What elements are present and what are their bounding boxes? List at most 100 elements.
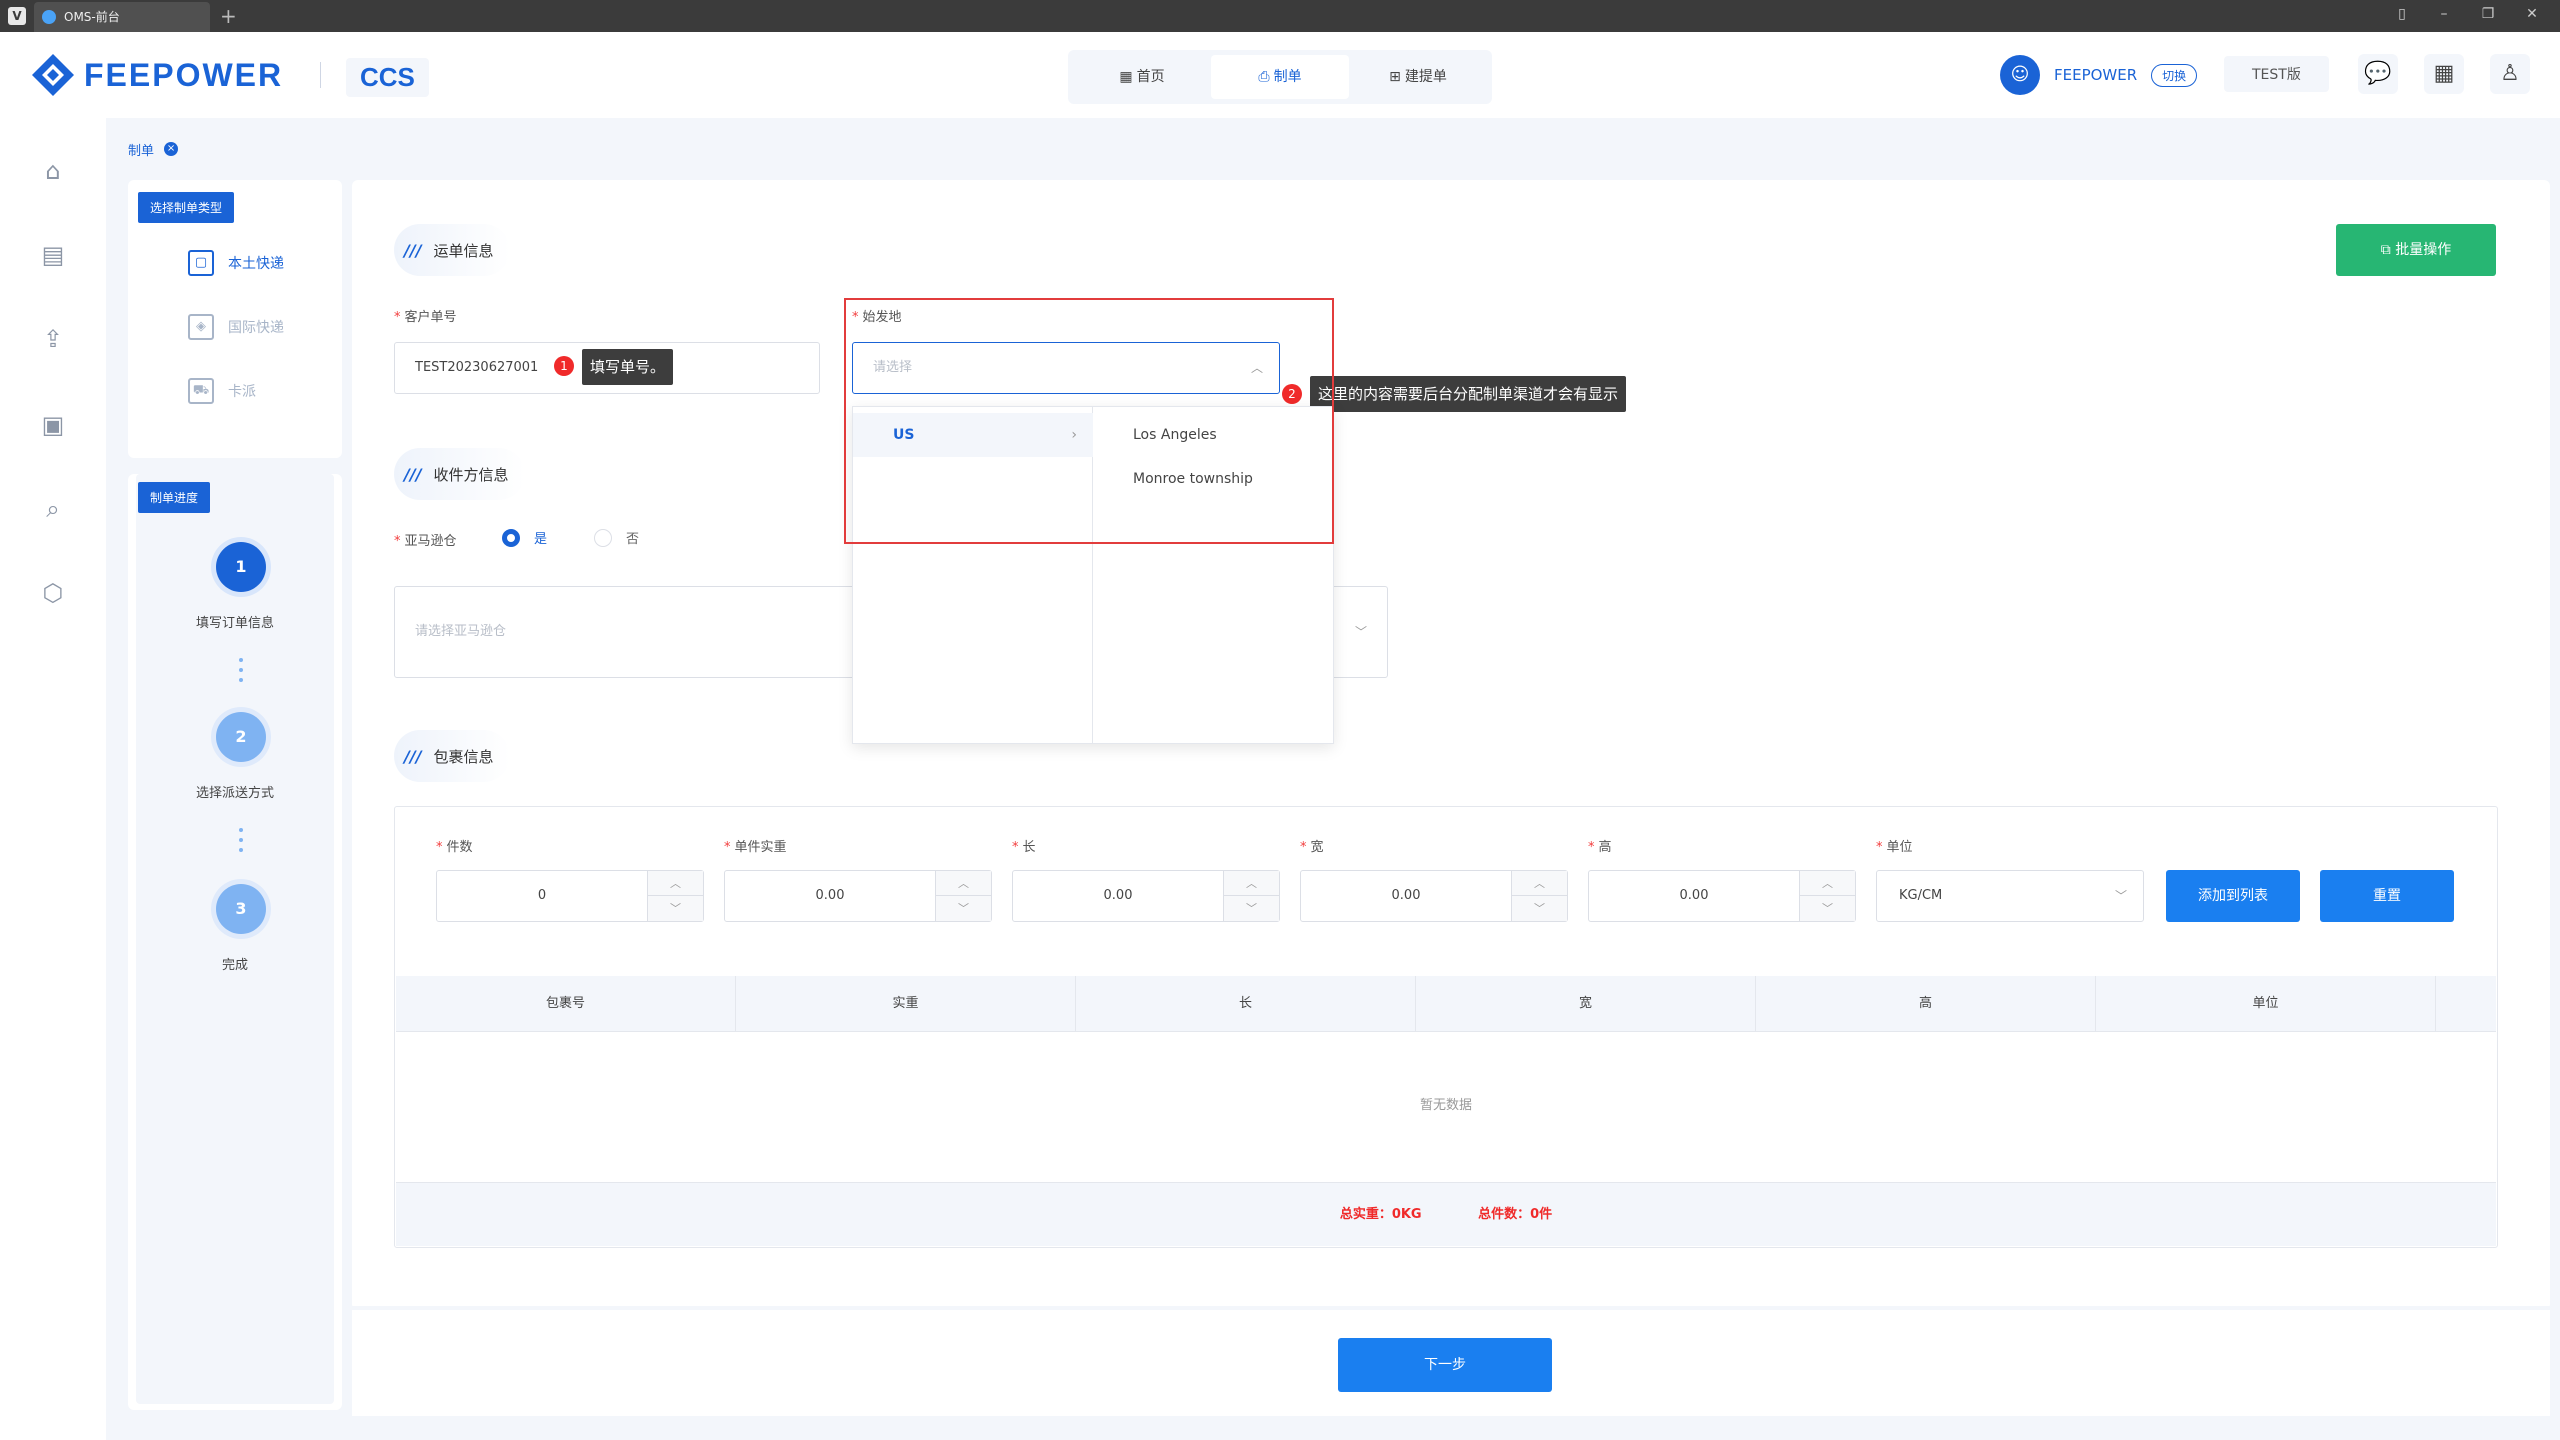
user-name: FEEPOWER	[2054, 66, 2138, 84]
browser-tab[interactable]: OMS-前台	[34, 2, 210, 32]
section-package: /// 包裹信息	[394, 730, 510, 782]
avatar[interactable]: ☺	[2000, 55, 2040, 95]
calendar-icon[interactable]: ▦	[2424, 54, 2464, 94]
favicon-icon	[42, 10, 56, 24]
decrement-icon[interactable]: ﹀	[648, 896, 703, 921]
home-icon[interactable]: ⌂	[38, 156, 68, 186]
user-icon[interactable]: ♙	[2490, 54, 2530, 94]
chevron-right-icon: ›	[1071, 427, 1077, 443]
add-to-list-button[interactable]: 添加到列表	[2166, 870, 2300, 922]
cascader-option-city[interactable]: Los Angeles	[1093, 413, 1333, 457]
origin-cascader-dropdown: US › Los Angeles Monroe township	[852, 406, 1334, 744]
type-truck-delivery[interactable]: ⛟ 卡派	[188, 378, 256, 404]
nav-create-bol[interactable]: ⊞ 建提单	[1349, 55, 1487, 99]
search-doc-icon[interactable]: ⌕	[38, 494, 68, 524]
nav-create-order[interactable]: ⎙ 制单	[1211, 55, 1349, 99]
origin-select[interactable]: 请选择 ︿	[852, 342, 1280, 394]
type-domestic-express[interactable]: ▢ 本土快递	[188, 250, 284, 276]
switch-button[interactable]: 切换	[2151, 63, 2198, 87]
restore-icon[interactable]: ❐	[2476, 6, 2500, 22]
radio-amazon-yes[interactable]: 是	[502, 528, 547, 547]
close-tag-icon[interactable]: ×	[164, 142, 179, 156]
new-tab-button[interactable]: +	[220, 4, 237, 28]
unit-weight-label: * 单件实重	[724, 840, 787, 855]
step-2-label: 选择派送方式	[195, 786, 274, 801]
document-icon[interactable]: ▤	[38, 240, 68, 270]
step-connector	[239, 658, 243, 688]
unit-label: * 单位	[1876, 840, 1913, 855]
height-label: * 高	[1588, 840, 1612, 855]
height-stepper[interactable]: 0.00 ︿ ﹀	[1588, 870, 1856, 922]
copy-icon: ⧉	[2380, 242, 2396, 258]
total-weight: 总实重：0KG	[1339, 1207, 1422, 1222]
breadcrumb-label: 制单	[128, 143, 155, 159]
package-summary: 总实重：0KG 总件数：0件	[396, 1182, 2496, 1246]
settings-icon[interactable]: ⬡	[38, 578, 68, 608]
package-table-header: 包裹号 实重 长 宽 高 单位	[396, 976, 2496, 1032]
unit-weight-stepper[interactable]: 0.00 ︿ ﹀	[724, 870, 992, 922]
origin-label: * 始发地	[852, 310, 902, 325]
order-type-title: 选择制单类型	[138, 192, 235, 223]
step-connector	[239, 828, 243, 858]
nav-home[interactable]: ▦ 首页	[1073, 55, 1211, 99]
chevron-down-icon: ﹀	[2114, 889, 2127, 903]
cascader-option-us[interactable]: US ›	[853, 413, 1093, 457]
order-type-panel: 选择制单类型 ▢ 本土快递 ◈ 国际快递 ⛟ 卡派	[128, 180, 342, 458]
unit-select[interactable]: KG/CM ﹀	[1876, 870, 2144, 922]
progress-panel: 制单进度 1 填写订单信息 2 选择派送方式 3 完成	[128, 474, 342, 1410]
increment-icon[interactable]: ︿	[1512, 871, 1567, 896]
type-international-express[interactable]: ◈ 国际快递	[188, 314, 284, 340]
increment-icon[interactable]: ︿	[1800, 871, 1855, 896]
radio-amazon-no[interactable]: 否	[594, 528, 639, 547]
breadcrumb-tag[interactable]: 制单 ×	[128, 136, 179, 162]
column-header: 长	[1076, 976, 1416, 1032]
section-mark-icon: ///	[404, 746, 422, 766]
length-label: * 长	[1012, 840, 1036, 855]
section-mark-icon: ///	[404, 240, 422, 260]
pieces-stepper[interactable]: 0 ︿ ﹀	[436, 870, 704, 922]
grid-icon: ▦	[1119, 69, 1133, 85]
column-header: 宽	[1416, 976, 1756, 1032]
trash-icon[interactable]: ▯	[2390, 6, 2414, 22]
top-nav: ▦ 首页 ⎙ 制单 ⊞ 建提单	[1068, 50, 1492, 104]
decrement-icon[interactable]: ﹀	[1224, 896, 1279, 921]
minimize-icon[interactable]: –	[2432, 6, 2456, 22]
reset-button[interactable]: 重置	[2320, 870, 2454, 922]
feepower-logo-icon	[32, 54, 74, 96]
section-waybill: /// 运单信息	[394, 224, 510, 276]
annotation-badge-2: 2	[1282, 384, 1302, 404]
increment-icon[interactable]: ︿	[648, 871, 703, 896]
upload-doc-icon[interactable]: ⇪	[38, 324, 68, 354]
env-badge[interactable]: TEST版	[2224, 56, 2329, 92]
increment-icon[interactable]: ︿	[1224, 871, 1279, 896]
annotation-tip-1: 填写单号。	[582, 349, 674, 385]
section-recipient: /// 收件方信息	[394, 448, 525, 500]
country-column: US ›	[853, 407, 1093, 743]
close-window-icon[interactable]: ✕	[2520, 6, 2544, 22]
logo[interactable]: FEEPOWER	[30, 50, 283, 100]
chevron-down-icon: ﹀	[1354, 625, 1367, 639]
batch-operation-button[interactable]: ⧉ 批量操作	[2336, 224, 2496, 276]
customer-no-label: * 客户单号	[394, 310, 457, 325]
step-3-label: 完成	[221, 958, 248, 973]
width-label: * 宽	[1300, 840, 1324, 855]
browser-app-icon[interactable]: V	[8, 7, 26, 25]
logo-divider	[320, 62, 321, 88]
message-icon[interactable]: 💬	[2358, 54, 2398, 94]
length-stepper[interactable]: 0.00 ︿ ﹀	[1012, 870, 1280, 922]
product-name: CCS	[346, 58, 429, 97]
truck-icon: ⛟	[188, 378, 214, 404]
decrement-icon[interactable]: ﹀	[936, 896, 991, 921]
section-mark-icon: ///	[404, 464, 422, 484]
increment-icon[interactable]: ︿	[936, 871, 991, 896]
table-empty-text: 暂无数据	[1419, 1098, 1472, 1113]
invoice-icon[interactable]: ▣	[38, 410, 68, 440]
decrement-icon[interactable]: ﹀	[1512, 896, 1567, 921]
step-1-circle: 1	[216, 542, 266, 592]
decrement-icon[interactable]: ﹀	[1800, 896, 1855, 921]
width-stepper[interactable]: 0.00 ︿ ﹀	[1300, 870, 1568, 922]
next-step-button[interactable]: 下一步	[1338, 1338, 1552, 1392]
city-column: Los Angeles Monroe township	[1093, 407, 1333, 743]
user-block: ☺ FEEPOWER 切换	[2000, 52, 2198, 98]
cascader-option-city[interactable]: Monroe township	[1093, 457, 1333, 501]
